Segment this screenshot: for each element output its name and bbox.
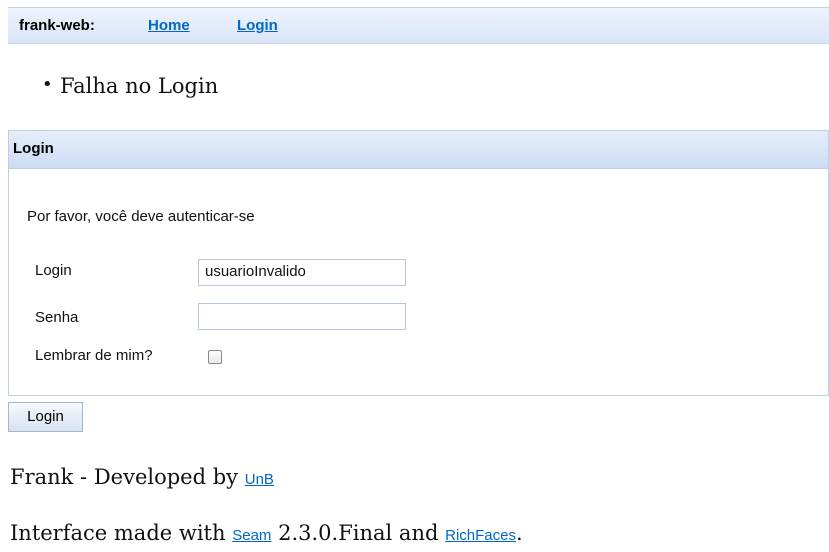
home-link[interactable]: Home [148,17,190,34]
footer-tech-text-middle: 2.3.0.Final and [278,521,439,545]
login-button[interactable]: Login [8,402,83,432]
footer-credits-text: Frank - Developed by [10,465,239,489]
bullet-icon: • [42,74,53,95]
richfaces-link[interactable]: RichFaces [445,527,516,544]
login-panel: Login Por favor, você deve autenticar-se… [8,130,829,396]
top-navigation-bar: frank-web: Home Login [8,7,829,44]
login-link[interactable]: Login [237,17,278,34]
error-message: • Falha no Login [42,74,219,98]
login-panel-title: Login [9,131,828,169]
error-message-text: Falha no Login [60,74,219,98]
login-label: Login [35,262,72,279]
footer-tech-text-end: . [515,521,523,545]
app-name: frank-web: [19,17,95,34]
unb-link[interactable]: UnB [245,471,274,488]
remember-me-label: Lembrar de mim? [35,347,153,364]
remember-me-checkbox[interactable] [208,350,222,364]
footer-tech-text-before: Interface made with [10,521,226,545]
password-label: Senha [35,309,79,326]
password-input[interactable] [198,303,406,330]
seam-link[interactable]: Seam [232,527,271,544]
footer-technology: Interface made with Seam 2.3.0.Final and… [10,521,523,545]
login-instructions: Por favor, você deve autenticar-se [27,208,255,225]
login-input[interactable]: usuarioInvalido [198,259,406,286]
footer-credits: Frank - Developed by UnB [10,465,274,489]
